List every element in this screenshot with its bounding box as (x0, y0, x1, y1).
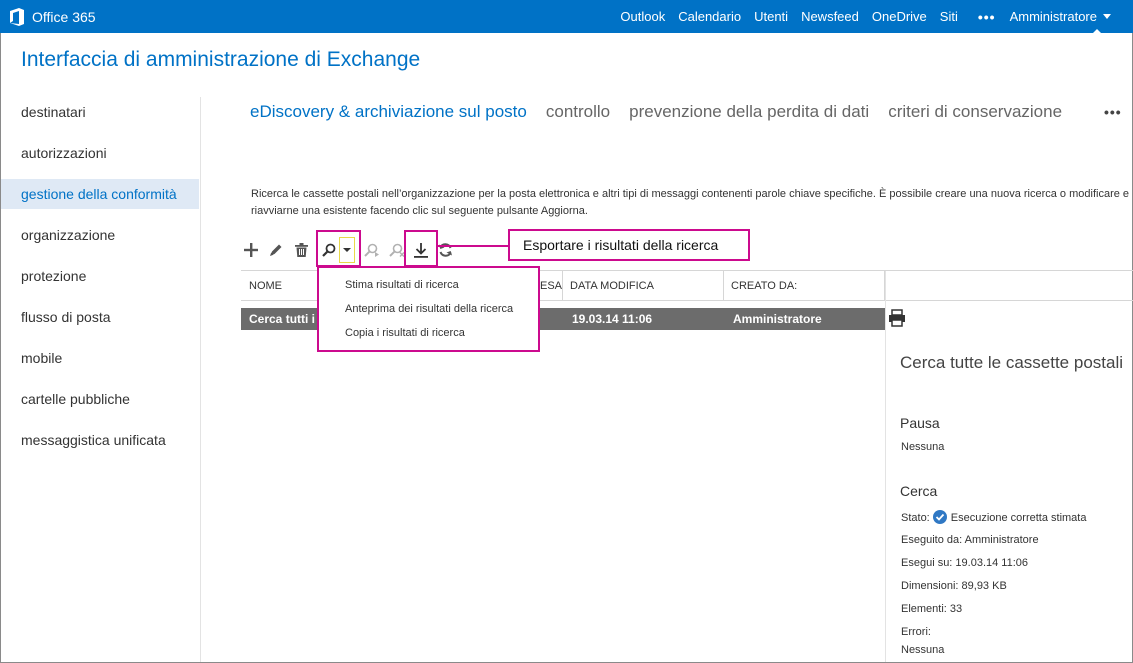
tab-prevenzione-perdita-dati[interactable]: prevenzione della perdita di dati (629, 102, 869, 122)
search-heading: Cerca (900, 483, 938, 499)
nav-utenti[interactable]: Utenti (754, 9, 788, 24)
column-separator (562, 271, 563, 300)
row-created-by: Amministratore (733, 312, 822, 326)
sidebar-item-protezione[interactable]: protezione (1, 261, 199, 291)
search-dropdown-menu: Stima risultati di ricerca Anteprima dei… (317, 266, 540, 352)
nav-calendario[interactable]: Calendario (678, 9, 741, 24)
column-separator (723, 271, 724, 300)
status-value: Esecuzione corretta stimata (950, 512, 1087, 524)
export-callout: Esportare i risultati della ricerca (508, 229, 750, 261)
search-stop-icon[interactable] (386, 238, 406, 262)
nav-siti[interactable]: Siti (940, 9, 958, 24)
tab-bar: eDiscovery & archiviazione sul posto con… (250, 100, 1081, 124)
row-name: Cerca tutti i (249, 312, 316, 326)
sidebar-item-flusso-di-posta[interactable]: flusso di posta (1, 302, 199, 332)
edit-icon[interactable] (266, 238, 286, 262)
sidebar-divider (200, 97, 201, 662)
office-logo-icon (8, 7, 26, 26)
sidebar-item-mobile[interactable]: mobile (1, 343, 199, 373)
sidebar-item-gestione-conformita[interactable]: gestione della conformità (1, 179, 199, 209)
page-description: Ricerca le cassette postali nell’organiz… (251, 188, 1130, 217)
sidebar: destinatari autorizzazioni gestione dell… (1, 97, 200, 662)
sidebar-item-destinatari[interactable]: destinatari (1, 97, 199, 127)
more-apps-icon[interactable]: ••• (978, 9, 996, 25)
column-header-status[interactable]: ESA (540, 280, 562, 292)
menu-item-anteprima[interactable]: Anteprima dei risultati della ricerca (345, 303, 513, 315)
status-line: Stato: Esecuzione corretta stimata (901, 510, 1086, 524)
more-tabs-icon[interactable]: ••• (1104, 104, 1122, 120)
page-title: Interfaccia di amministrazione di Exchan… (21, 48, 421, 71)
run-by: Eseguito da: Amministratore (901, 534, 1039, 546)
tab-controllo[interactable]: controllo (546, 102, 610, 122)
column-header-modified[interactable]: DATA MODIFICA (570, 280, 654, 292)
menu-item-stima[interactable]: Stima risultati di ricerca (345, 279, 459, 291)
brand-name: Office 365 (32, 8, 96, 25)
user-name: Amministratore (1009, 9, 1097, 24)
pause-value: Nessuna (901, 441, 945, 453)
menu-item-copia[interactable]: Copia i risultati di ricerca (345, 327, 465, 339)
export-highlight-box (404, 230, 438, 267)
delete-icon[interactable] (291, 238, 311, 262)
brand[interactable]: Office 365 (8, 6, 96, 27)
row-modified: 19.03.14 11:06 (572, 312, 653, 326)
details-divider (885, 271, 886, 662)
details-title: Cerca tutte le cassette postali (900, 353, 1124, 372)
search-forward-icon[interactable] (361, 238, 381, 262)
sidebar-item-cartelle-pubbliche[interactable]: cartelle pubbliche (1, 384, 199, 414)
items-count: Elementi: 33 (901, 603, 963, 615)
print-icon[interactable] (888, 309, 906, 327)
sidebar-item-autorizzazioni[interactable]: autorizzazioni (1, 138, 199, 168)
nav-outlook[interactable]: Outlook (620, 9, 665, 24)
tab-ediscovery[interactable]: eDiscovery & archiviazione sul posto (250, 102, 527, 122)
nav-newsfeed[interactable]: Newsfeed (801, 9, 859, 24)
column-header-name[interactable]: NOME (249, 280, 282, 292)
sidebar-item-messaggistica-unificata[interactable]: messaggistica unificata (1, 425, 199, 455)
status-label: Stato: (901, 512, 930, 524)
callout-connector (438, 245, 509, 247)
success-check-icon (932, 510, 947, 524)
add-icon[interactable] (241, 238, 261, 262)
refresh-icon[interactable] (435, 238, 455, 262)
top-nav: Outlook Calendario Utenti Newsfeed OneDr… (620, 0, 1133, 33)
size: Dimensioni: 89,93 KB (901, 580, 1007, 592)
errors-value: Nessuna (901, 644, 945, 656)
errors-label: Errori: (901, 626, 931, 638)
run-on: Esegui su: 19.03.14 11:06 (901, 557, 1029, 569)
nav-onedrive[interactable]: OneDrive (872, 9, 927, 24)
pause-heading: Pausa (900, 415, 940, 431)
chevron-down-icon (1103, 14, 1111, 19)
tab-criteri-conservazione[interactable]: criteri di conservazione (888, 102, 1062, 122)
column-header-created-by[interactable]: CREATO DA: (731, 280, 797, 292)
search-highlight-box (316, 230, 361, 267)
sidebar-item-organizzazione[interactable]: organizzazione (1, 220, 199, 250)
notch-indicator (1092, 29, 1102, 34)
top-bar: Office 365 Outlook Calendario Utenti New… (0, 0, 1133, 34)
user-menu[interactable]: Amministratore (1010, 9, 1111, 24)
